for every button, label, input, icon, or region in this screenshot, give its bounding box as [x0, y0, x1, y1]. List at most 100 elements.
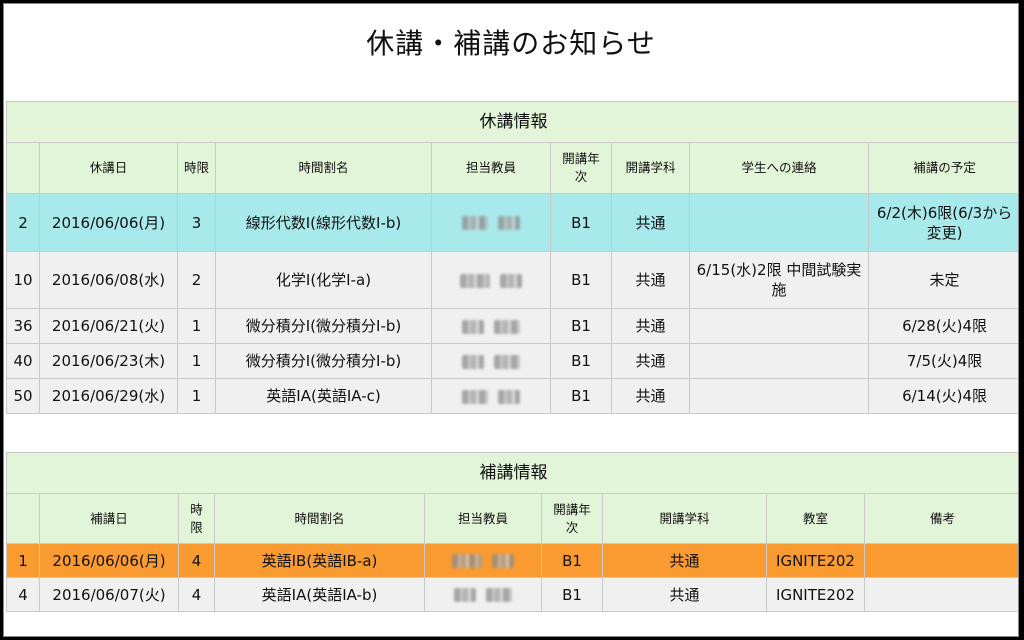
cell-room: IGNITE202: [766, 577, 865, 612]
cell-teacher-redacted: [424, 543, 542, 578]
col-header-dept: 開講学科: [611, 142, 690, 194]
cell-dept: 共通: [611, 343, 690, 379]
cell-dept: 共通: [611, 378, 690, 414]
col-header-period: 時限: [178, 493, 215, 544]
table-row: 10 2016/06/08(水) 2 化学Ⅰ(化学Ⅰ-a) B1 共通 6/15…: [6, 251, 1018, 309]
cell-date: 2016/06/08(水): [39, 251, 178, 309]
cell-note: [689, 343, 869, 379]
cell-period: 2: [177, 251, 216, 309]
cell-makeup: 6/28(火)4限: [867, 308, 1018, 344]
redacted-name-block: [462, 216, 488, 230]
cell-note: [689, 308, 869, 344]
table-row: 50 2016/06/29(水) 1 英語ⅠA(英語ⅠA-c) B1 共通 6/…: [6, 378, 1018, 414]
col-header-date: 休講日: [39, 142, 178, 194]
cell-date: 2016/06/06(月): [39, 543, 179, 578]
col-header-room: 教室: [766, 493, 865, 544]
cell-makeup: 6/14(火)4限: [867, 378, 1018, 414]
redacted-name-block: [486, 588, 512, 602]
cell-no: 40: [6, 343, 40, 379]
cell-period: 1: [177, 343, 216, 379]
col-header-period: 時限: [177, 142, 216, 194]
cell-year: B1: [550, 308, 612, 344]
cell-teacher-redacted: [431, 251, 551, 309]
redacted-name-block: [500, 273, 522, 288]
cell-date: 2016/06/21(火): [39, 308, 178, 344]
cell-date: 2016/06/06(月): [39, 193, 178, 252]
col-header-date: 補講日: [39, 493, 179, 544]
cell-course: 英語ⅠB(英語ⅠB-a): [214, 543, 425, 578]
cell-course: 微分積分Ⅰ(微分積分Ⅰ-b): [215, 343, 432, 379]
cell-year: B1: [550, 193, 612, 252]
col-header-note: 学生への連絡: [689, 142, 869, 194]
cell-note: 6/15(水)2限 中間試験実施: [689, 251, 869, 309]
cell-dept: 共通: [611, 251, 690, 309]
cell-year: B1: [541, 577, 603, 612]
page-title: 休講・補講のお知らせ: [366, 27, 656, 60]
redacted-name-block: [454, 588, 476, 602]
cancellation-table: 休講情報 休講日 時限 時間割名 担当教員 開講年次 開講学科 学生への連絡 補…: [5, 101, 1018, 414]
redacted-name-block: [498, 389, 520, 404]
makeup-table: 補講情報 補講日 時限 時間割名 担当教員 開講年次 開講学科 教室 備考 1 …: [5, 452, 1018, 612]
cell-makeup: 未定: [867, 251, 1018, 309]
col-header-course: 時間割名: [214, 493, 425, 544]
cell-period: 3: [177, 193, 216, 252]
cell-no: 36: [6, 308, 40, 344]
cell-period: 4: [178, 577, 215, 612]
cell-year: B1: [550, 251, 612, 309]
cell-remarks: [863, 577, 1018, 612]
redacted-name-block: [494, 319, 520, 334]
cell-course: 化学Ⅰ(化学Ⅰ-a): [215, 251, 432, 309]
col-header-makeup: 補講の予定: [867, 142, 1018, 194]
cell-course: 英語ⅠA(英語ⅠA-b): [214, 577, 425, 612]
table-row: 36 2016/06/21(火) 1 微分積分Ⅰ(微分積分Ⅰ-b) B1 共通 …: [6, 308, 1018, 344]
col-header-dept: 開講学科: [602, 493, 767, 544]
cell-period: 4: [178, 543, 215, 578]
cell-date: 2016/06/23(木): [39, 343, 178, 379]
col-header-no: [6, 142, 40, 194]
cell-teacher-redacted: [431, 308, 551, 344]
cell-date: 2016/06/29(水): [39, 378, 178, 414]
cell-no: 4: [6, 577, 40, 612]
cell-no: 50: [6, 378, 40, 414]
cell-room: IGNITE202: [766, 543, 865, 578]
cell-note: [689, 193, 869, 252]
cell-dept: 共通: [611, 308, 690, 344]
cell-note: [689, 378, 869, 414]
redacted-name-block: [462, 389, 488, 404]
cell-no: 1: [6, 543, 40, 578]
page: 休講・補講のお知らせ 休講情報 休講日 時限 時間割名 担当教員 開講年次 開講…: [3, 3, 1019, 637]
table-row: 2 2016/06/06(月) 3 線形代数Ⅰ(線形代数Ⅰ-b) B1 共通 6…: [6, 193, 1018, 252]
cell-dept: 共通: [602, 577, 767, 612]
cell-period: 1: [177, 378, 216, 414]
col-header-no: [6, 493, 40, 544]
cell-teacher-redacted: [431, 378, 551, 414]
cell-course: 線形代数Ⅰ(線形代数Ⅰ-b): [215, 193, 432, 252]
cell-teacher-redacted: [424, 577, 542, 612]
col-header-course: 時間割名: [215, 142, 432, 194]
redacted-name-block: [462, 319, 484, 334]
table-row: 40 2016/06/23(木) 1 微分積分Ⅰ(微分積分Ⅰ-b) B1 共通 …: [6, 343, 1018, 379]
cell-date: 2016/06/07(火): [39, 577, 179, 612]
cell-period: 1: [177, 308, 216, 344]
col-header-remarks: 備考: [863, 493, 1018, 544]
cell-year: B1: [550, 343, 612, 379]
cell-makeup: 6/2(木)6限(6/3から変更): [867, 193, 1018, 252]
col-header-year: 開講年次: [541, 493, 603, 544]
cell-dept: 共通: [611, 193, 690, 252]
table-row: 1 2016/06/06(月) 4 英語ⅠB(英語ⅠB-a) B1 共通 IGN…: [6, 543, 1018, 578]
table-row: 4 2016/06/07(火) 4 英語ⅠA(英語ⅠA-b) B1 共通 IGN…: [6, 577, 1018, 612]
redacted-name-block: [492, 554, 514, 568]
cell-dept: 共通: [602, 543, 767, 578]
cell-course: 微分積分Ⅰ(微分積分Ⅰ-b): [215, 308, 432, 344]
col-header-year: 開講年次: [550, 142, 612, 194]
redacted-name-block: [494, 354, 520, 369]
cell-no: 2: [6, 193, 40, 252]
col-header-teacher: 担当教員: [424, 493, 542, 544]
col-header-teacher: 担当教員: [431, 142, 551, 194]
cell-year: B1: [541, 543, 603, 578]
redacted-name-block: [460, 273, 490, 288]
cell-remarks: [863, 543, 1018, 578]
cell-makeup: 7/5(火)4限: [867, 343, 1018, 379]
makeup-caption: 補講情報: [5, 452, 1018, 494]
redacted-name-block: [498, 216, 520, 230]
